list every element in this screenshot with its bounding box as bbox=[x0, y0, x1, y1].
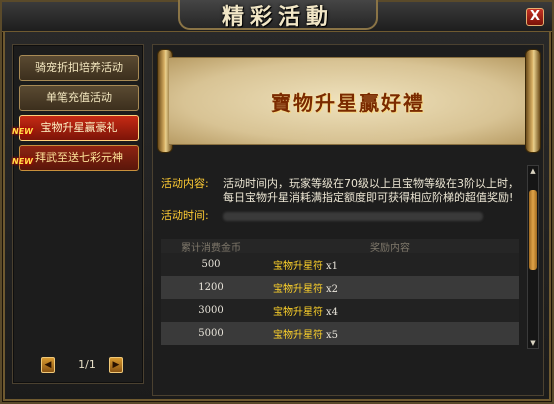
scroll-down-icon[interactable]: ▼ bbox=[528, 338, 538, 348]
row-amount: 3000 bbox=[198, 305, 224, 316]
event-window: 精彩活動 X 骑宠折扣培养活动 单笔充值活动 NEW 宝物升星赢豪礼 NEW 拜… bbox=[0, 0, 554, 404]
scroll-roll-right bbox=[525, 49, 541, 153]
title-plaque: 精彩活動 bbox=[178, 0, 378, 30]
table-row: 1200 宝物升星符 x2 bbox=[161, 276, 519, 299]
header-amount: 累计消费金币 bbox=[181, 243, 241, 254]
table-row: 3000 宝物升星符 x4 bbox=[161, 299, 519, 322]
sidebar-item-rainbow-spirit[interactable]: NEW 拜武至送七彩元神 bbox=[12, 145, 139, 171]
time-label: 活动时间: bbox=[161, 209, 209, 222]
reward-qty: x2 bbox=[326, 284, 339, 295]
sidebar-item-mount-discount[interactable]: 骑宠折扣培养活动 bbox=[19, 55, 139, 81]
row-reward: 宝物升星符 x2 bbox=[261, 280, 519, 295]
next-page-button[interactable]: ▶ bbox=[109, 357, 123, 373]
event-info: 活动内容: 活动时间内，玩家等级在70级以上且宝物等级在3阶以上时，每日宝物升星… bbox=[161, 177, 523, 223]
reward-name: 宝物升星符 bbox=[273, 261, 323, 272]
reward-name: 宝物升星符 bbox=[273, 307, 323, 318]
table-header: 累计消费金币 奖励内容 bbox=[161, 239, 519, 254]
scroll-thumb[interactable] bbox=[529, 190, 537, 270]
row-amount: 5000 bbox=[198, 328, 224, 339]
new-badge: NEW bbox=[12, 157, 33, 166]
new-badge: NEW bbox=[12, 127, 33, 136]
title-bar: 精彩活動 X bbox=[2, 0, 552, 32]
header-reward: 奖励内容 bbox=[370, 243, 410, 254]
time-row: 活动时间: bbox=[161, 209, 523, 223]
content-label: 活动内容: bbox=[161, 177, 209, 190]
sidebar-item-label: 宝物升星赢豪礼 bbox=[40, 121, 118, 134]
window-title: 精彩活動 bbox=[221, 4, 334, 30]
activity-sidebar: 骑宠折扣培养活动 单笔充值活动 NEW 宝物升星赢豪礼 NEW 拜武至送七彩元神… bbox=[12, 44, 144, 384]
reward-table: 累计消费金币 奖励内容 500 宝物升星符 x1 1200 宝物升星符 x2 300… bbox=[161, 239, 519, 345]
reward-name: 宝物升星符 bbox=[273, 330, 323, 341]
row-reward: 宝物升星符 x4 bbox=[261, 303, 519, 318]
page-indicator: 1/1 bbox=[78, 358, 96, 371]
sidebar-item-single-recharge[interactable]: 单笔充值活动 bbox=[19, 85, 139, 111]
row-reward: 宝物升星符 x1 bbox=[261, 257, 519, 272]
reward-name: 宝物升星符 bbox=[273, 284, 323, 295]
sidebar-item-label: 单笔充值活动 bbox=[46, 91, 112, 104]
close-button[interactable]: X bbox=[526, 8, 544, 26]
banner-parchment: 寶物升星贏好禮 bbox=[169, 57, 527, 145]
banner-title: 寶物升星贏好禮 bbox=[271, 90, 425, 115]
pager: ◀ 1/1 ▶ bbox=[23, 357, 133, 375]
table-row: 500 宝物升星符 x1 bbox=[161, 253, 519, 276]
time-value-redacted bbox=[223, 209, 523, 223]
sidebar-item-label: 骑宠折扣培养活动 bbox=[35, 61, 123, 74]
content-row: 活动内容: 活动时间内，玩家等级在70级以上且宝物等级在3阶以上时，每日宝物升星… bbox=[161, 177, 523, 205]
reward-qty: x1 bbox=[326, 261, 339, 272]
content-text: 活动时间内，玩家等级在70级以上且宝物等级在3阶以上时，每日宝物升星消耗满指定额… bbox=[223, 177, 519, 204]
row-amount: 1200 bbox=[198, 282, 224, 293]
event-detail-panel: 寶物升星贏好禮 活动内容: 活动时间内，玩家等级在70级以上且宝物等级在3阶以上… bbox=[152, 44, 544, 396]
row-amount: 500 bbox=[201, 259, 221, 270]
row-reward: 宝物升星符 x5 bbox=[261, 326, 519, 341]
prev-page-button[interactable]: ◀ bbox=[41, 357, 55, 373]
table-row: 5000 宝物升星符 x5 bbox=[161, 322, 519, 345]
scroll-up-icon[interactable]: ▲ bbox=[528, 166, 538, 176]
sidebar-item-treasure-star[interactable]: NEW 宝物升星赢豪礼 bbox=[12, 115, 139, 141]
reward-qty: x5 bbox=[326, 330, 339, 341]
sidebar-item-label: 拜武至送七彩元神 bbox=[35, 151, 123, 164]
reward-qty: x4 bbox=[326, 307, 339, 318]
vertical-scrollbar[interactable]: ▲ ▼ bbox=[527, 165, 539, 349]
